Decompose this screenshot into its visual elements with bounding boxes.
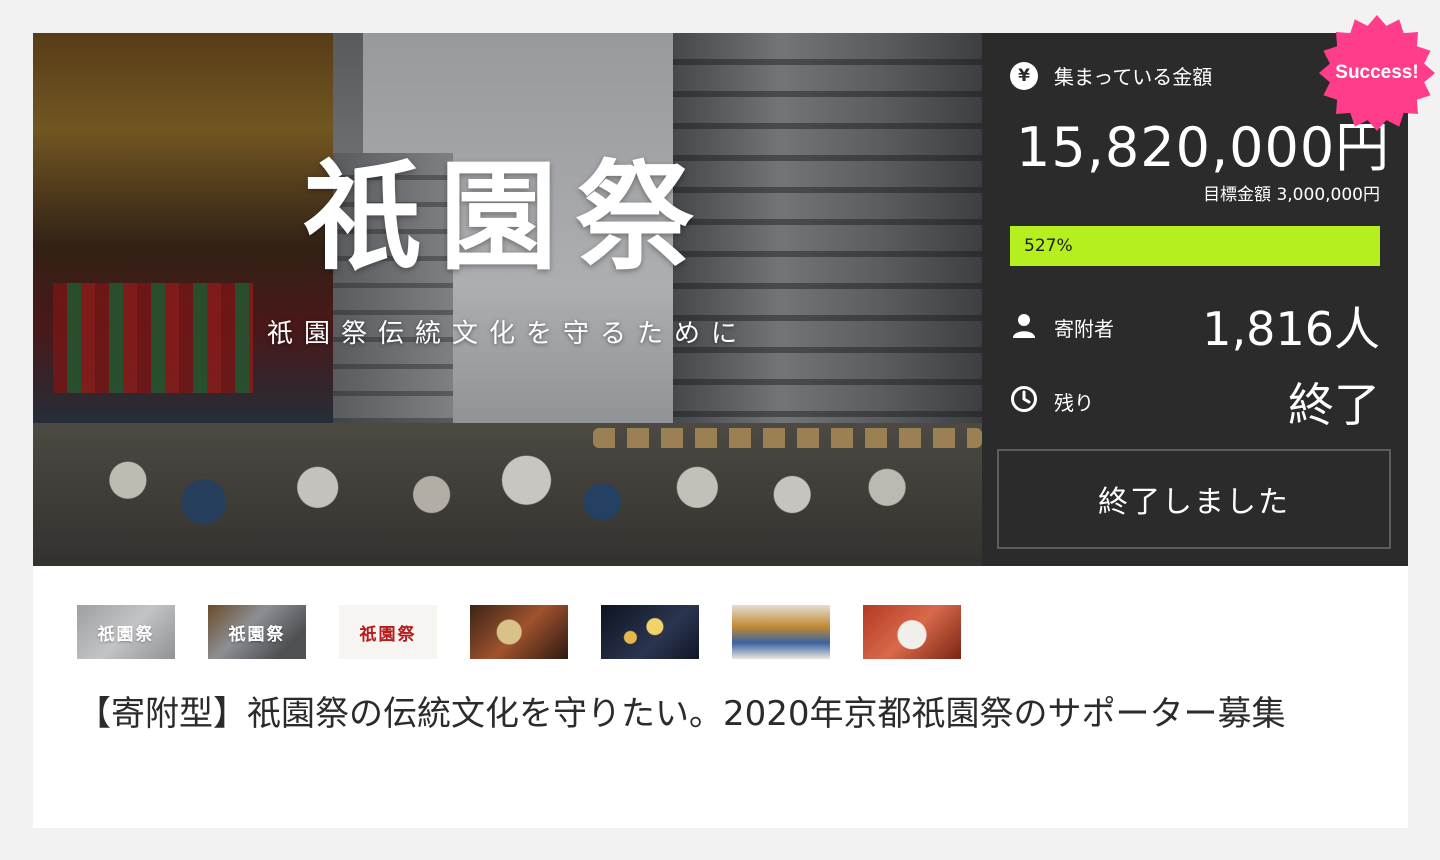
raised-label: 集まっている金額 [1054,65,1213,89]
hero-subtitle: 祇園祭伝統文化を守るために [266,319,748,349]
thumbnail[interactable] [732,605,830,659]
hero-title: 祇園祭 [303,147,712,286]
supporters-label: 寄附者 [1054,317,1114,341]
ended-button[interactable]: 終了しました [997,449,1391,549]
badge-label: Success! [1335,62,1419,83]
yen-icon: ¥ [1010,61,1038,90]
thumbnail[interactable] [863,605,961,659]
raised-label-row: ¥ 集まっている金額 [1010,61,1212,90]
thumbnail[interactable] [601,605,699,659]
supporters-label-row: 寄附者 [1010,311,1114,344]
thumbnail[interactable] [470,605,568,659]
thumbnail[interactable]: 祇園祭 [77,605,175,659]
remaining-label: 残り [1054,391,1094,415]
supporters-value: 1,816人 [1202,302,1380,356]
person-icon [1010,311,1038,344]
thumbnail-strip: 祇園祭 祇園祭 祇園祭 [77,605,961,659]
project-card: 祇園祭 祇園祭伝統文化を守るために ¥ 集まっている金額 15,820,000円… [33,33,1408,828]
hero-image: 祇園祭 祇園祭伝統文化を守るために [33,33,982,566]
remaining-label-row: 残り [1010,385,1094,418]
remaining-value: 終了 [1288,378,1380,432]
progress-percent: 527% [1024,236,1073,256]
thumbnail[interactable]: 祇園祭 [339,605,437,659]
project-title[interactable]: 【寄附型】祇園祭の伝統文化を守りたい。2020年京都祇園祭のサポーター募集 [77,685,1377,743]
progress-bar: 527% [1010,226,1380,266]
clock-icon [1010,385,1038,418]
success-badge: Success! [1318,14,1436,132]
goal-amount: 目標金額 3,000,000円 [1203,185,1380,205]
thumbnail[interactable]: 祇園祭 [208,605,306,659]
